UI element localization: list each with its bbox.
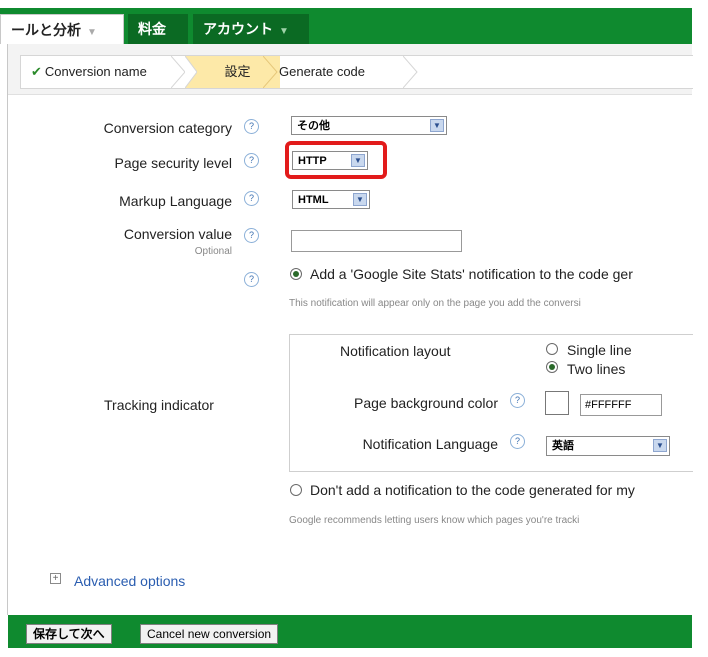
layout-two-lines-label: Two lines <box>567 361 626 377</box>
chevron-down-icon: ▼ <box>653 439 667 452</box>
add-notification-note: This notification will appear only on th… <box>289 298 581 309</box>
breadcrumb-step-label: Conversion name <box>44 64 147 79</box>
markup-language-value: HTML <box>298 194 329 206</box>
save-and-next-button[interactable]: 保存して次へ <box>26 624 112 644</box>
breadcrumb-step-label: 設定 <box>224 64 251 79</box>
chevron-down-icon: ▼ <box>279 26 289 37</box>
help-icon[interactable]: ? <box>510 434 525 449</box>
breadcrumb-step-generate-code: Generate code <box>279 56 365 88</box>
conversion-value-label: Conversion value <box>123 226 232 242</box>
tab-account[interactable]: アカウント ▼ <box>193 14 309 44</box>
tracking-indicator-label: Tracking indicator <box>104 397 214 413</box>
notification-language-label: Notification Language <box>362 436 498 452</box>
layout-single-line-label: Single line <box>567 342 632 358</box>
chevron-down-icon: ▼ <box>353 193 367 206</box>
help-icon[interactable]: ? <box>244 228 259 243</box>
page-security-label: Page security level <box>114 155 232 171</box>
advanced-options-link[interactable]: Advanced options <box>74 573 185 589</box>
breadcrumb-step-label: Generate code <box>279 64 366 79</box>
checkmark-icon: ✔ <box>31 64 42 79</box>
conversion-category-value: その他 <box>297 120 330 132</box>
chevron-down-icon: ▼ <box>430 119 444 132</box>
background-color-input[interactable]: #FFFFFF <box>580 394 662 416</box>
layout-single-line-radio[interactable] <box>546 343 558 355</box>
cancel-new-conversion-button[interactable]: Cancel new conversion <box>140 624 279 644</box>
no-notification-note: Google recommends letting users know whi… <box>289 515 580 526</box>
highlight-box <box>285 141 387 179</box>
breadcrumb-separator <box>263 56 278 88</box>
chevron-down-icon: ▼ <box>87 27 97 38</box>
breadcrumb-separator <box>185 56 197 88</box>
tab-tools-and-analysis[interactable]: ールと分析 ▼ <box>0 14 124 44</box>
help-icon[interactable]: ? <box>244 119 259 134</box>
optional-hint: Optional <box>194 246 232 257</box>
breadcrumb-step-conversion-name[interactable]: ✔ Conversion name <box>31 56 147 88</box>
tab-tools-label: ールと分析 <box>11 22 81 38</box>
help-icon[interactable]: ? <box>244 191 259 206</box>
help-icon[interactable]: ? <box>510 393 525 408</box>
page-background-color-label: Page background color <box>354 395 498 411</box>
tab-billing[interactable]: 料金 <box>128 14 188 44</box>
color-swatch[interactable] <box>545 391 569 415</box>
tab-billing-label: 料金 <box>138 21 166 37</box>
notification-language-value: 英語 <box>552 440 574 452</box>
tab-account-label: アカウント <box>203 21 273 37</box>
add-notification-radio[interactable] <box>290 268 302 280</box>
help-icon[interactable]: ? <box>244 272 259 287</box>
conversion-category-label: Conversion category <box>103 120 232 136</box>
add-notification-option-label: Add a 'Google Site Stats' notification t… <box>310 266 633 282</box>
breadcrumb: ✔ Conversion name 設定 Generate code <box>20 55 693 89</box>
breadcrumb-separator <box>403 56 418 88</box>
markup-language-label: Markup Language <box>119 193 232 209</box>
no-notification-radio[interactable] <box>290 484 302 496</box>
layout-two-lines-radio[interactable] <box>546 361 558 373</box>
conversion-value-input[interactable] <box>291 230 462 252</box>
markup-language-select[interactable]: HTML ▼ <box>292 190 370 209</box>
notification-layout-label: Notification layout <box>340 343 451 359</box>
expand-icon[interactable]: + <box>50 573 61 584</box>
notification-language-select[interactable]: 英語 ▼ <box>546 436 670 456</box>
conversion-category-select[interactable]: その他 ▼ <box>291 116 447 135</box>
help-icon[interactable]: ? <box>244 153 259 168</box>
no-notification-option-label: Don't add a notification to the code gen… <box>310 482 635 498</box>
